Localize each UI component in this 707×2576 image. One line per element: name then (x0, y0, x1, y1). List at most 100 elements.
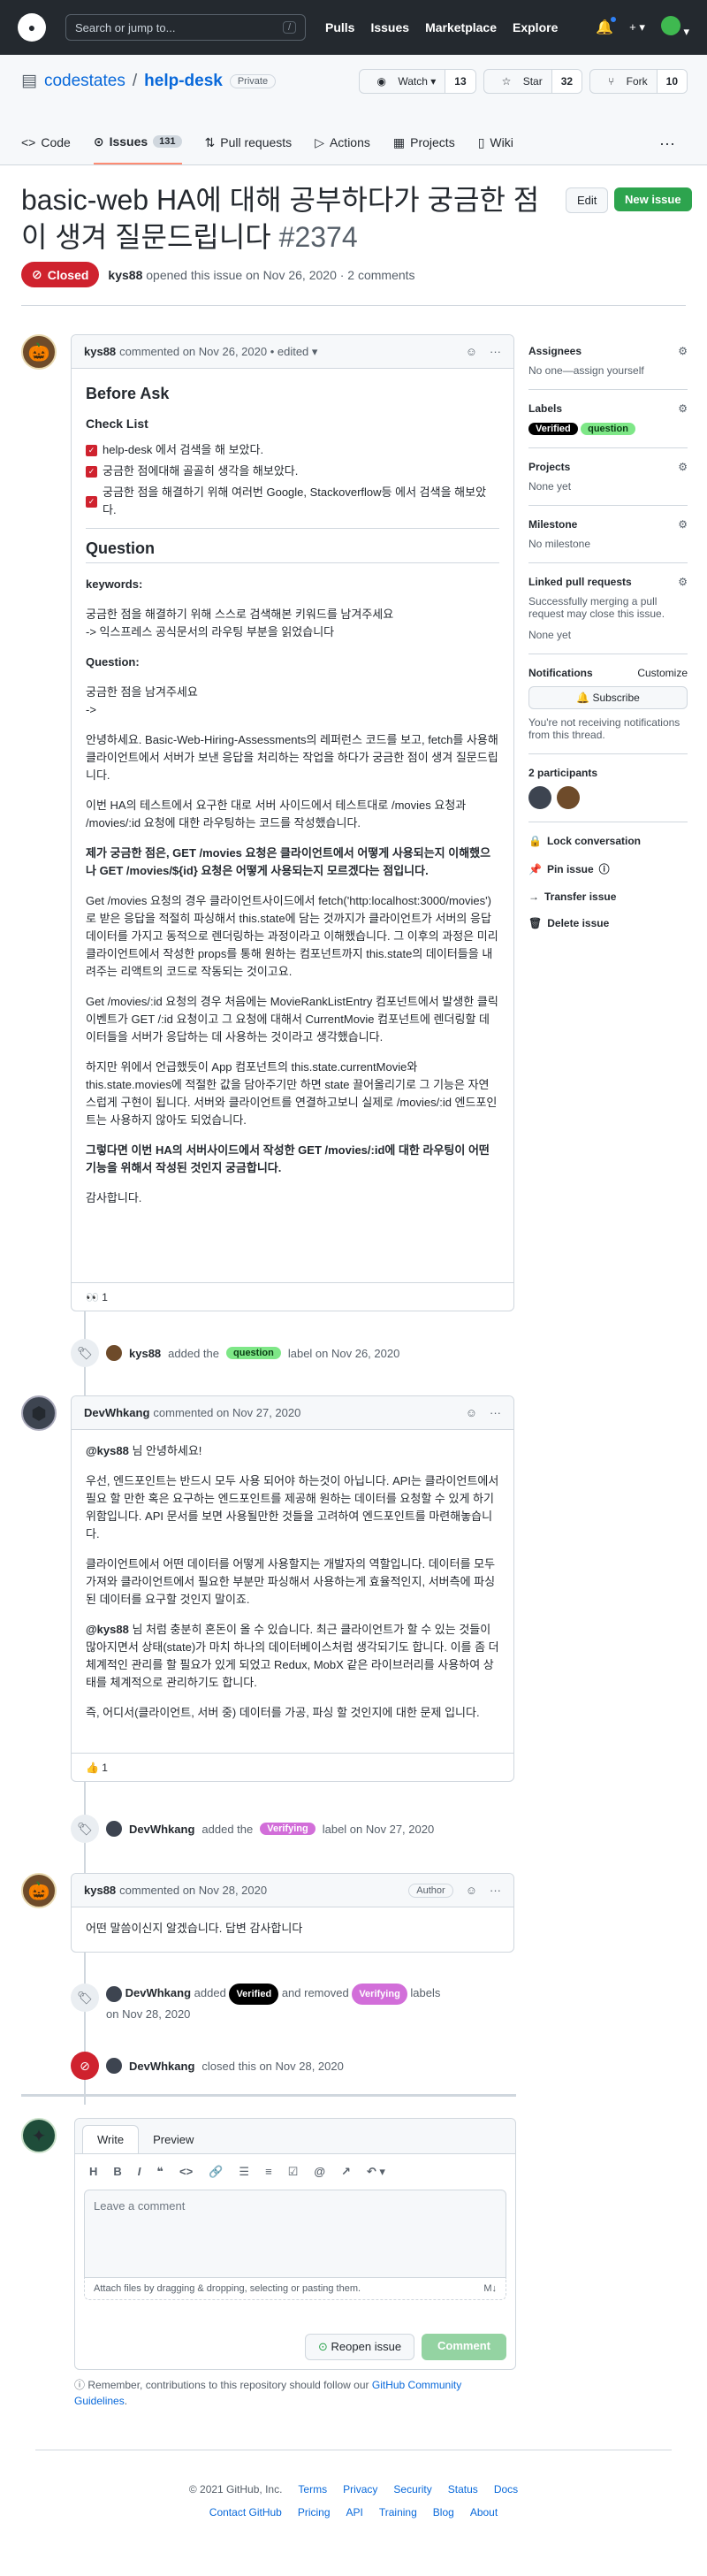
nav-pulls[interactable]: Pulls (325, 20, 354, 34)
markdown-icon[interactable]: M↓ (483, 2283, 497, 2294)
assignees-value[interactable]: No one—assign yourself (528, 364, 688, 377)
event-actor[interactable]: DevWhkang (125, 1986, 191, 1999)
avatar[interactable] (106, 1821, 122, 1837)
bold-icon[interactable]: B (113, 2165, 121, 2179)
link-icon[interactable]: 🔗 (209, 2165, 223, 2179)
fork-count[interactable]: 10 (656, 70, 687, 93)
pin-issue-button[interactable]: 📌 Pin issue ⓘ (528, 861, 688, 876)
footer-link-privacy[interactable]: Privacy (343, 2483, 377, 2496)
footer-link-security[interactable]: Security (393, 2483, 431, 2496)
footer-link-terms[interactable]: Terms (298, 2483, 327, 2496)
reference-icon[interactable]: ↗ (341, 2165, 351, 2179)
tab-projects[interactable]: ▦ Projects (393, 120, 455, 164)
tab-preview[interactable]: Preview (139, 2126, 208, 2153)
repo-name-link[interactable]: help-desk (144, 72, 223, 91)
avatar[interactable]: ⬢ (21, 1395, 57, 1431)
task-list-icon[interactable]: ☑ (288, 2165, 299, 2179)
create-new-dropdown[interactable]: + ▾ (629, 20, 645, 34)
label-verified[interactable]: Verified (528, 423, 578, 435)
label-verified[interactable]: Verified (229, 1984, 279, 2005)
reply-icon[interactable]: ↶ ▾ (367, 2165, 385, 2179)
gear-icon[interactable]: ⚙ (678, 518, 688, 531)
avatar[interactable]: 🎃 (21, 1873, 57, 1908)
reaction-eyes[interactable]: 👀 1 (86, 1291, 108, 1303)
checkbox-checked-icon[interactable]: ✓ (86, 465, 97, 478)
footer-link-api[interactable]: API (346, 2506, 363, 2519)
tab-actions[interactable]: ▷ Actions (315, 120, 370, 164)
footer-link-status[interactable]: Status (448, 2483, 478, 2496)
tab-pull-requests[interactable]: ⇅ Pull requests (205, 120, 293, 164)
edit-button[interactable]: Edit (566, 187, 609, 213)
comment-author[interactable]: DevWhkang (84, 1406, 149, 1419)
gear-icon[interactable]: ⚙ (678, 461, 688, 473)
comment-author[interactable]: kys88 (84, 345, 116, 358)
label-question[interactable]: question (226, 1347, 281, 1359)
checkbox-checked-icon[interactable]: ✓ (86, 495, 97, 508)
comment-author[interactable]: kys88 (84, 1884, 116, 1897)
user-menu[interactable]: ▾ (660, 16, 689, 39)
reaction-thumbs-up[interactable]: 👍 1 (86, 1762, 108, 1774)
kebab-menu-icon[interactable]: ··· (490, 345, 501, 358)
label-verifying[interactable]: Verifying (352, 1984, 407, 2005)
nav-issues[interactable]: Issues (370, 20, 409, 34)
gear-icon[interactable]: ⚙ (678, 576, 688, 588)
mention-icon[interactable]: @ (314, 2165, 325, 2179)
avatar[interactable] (528, 786, 551, 809)
tab-code[interactable]: <> Code (21, 120, 71, 164)
fork-button[interactable]: ⑂ Fork 10 (589, 69, 688, 94)
star-button[interactable]: ☆ Star 32 (483, 69, 583, 94)
footer-link-about[interactable]: About (470, 2506, 498, 2519)
footer-link-contact[interactable]: Contact GitHub (209, 2506, 282, 2519)
user-mention[interactable]: @kys88 (86, 1623, 129, 1636)
ordered-list-icon[interactable]: ≡ (265, 2165, 272, 2179)
attach-files-area[interactable]: Attach files by dragging & dropping, sel… (84, 2278, 506, 2300)
avatar[interactable] (106, 1985, 122, 2002)
comment-meta[interactable]: commented on Nov 26, 2020 • edited ▾ (119, 345, 317, 359)
tab-wiki[interactable]: ▯ Wiki (478, 120, 513, 164)
avatar[interactable]: ✦ (21, 2118, 57, 2153)
gear-icon[interactable]: ⚙ (678, 345, 688, 357)
smiley-icon[interactable]: ☺ (466, 1406, 477, 1419)
kebab-menu-icon[interactable]: ··· (490, 1406, 501, 1419)
transfer-issue-button[interactable]: → Transfer issue (528, 891, 688, 903)
customize-link[interactable]: Customize (637, 667, 688, 679)
smiley-icon[interactable]: ☺ (466, 345, 477, 358)
nav-marketplace[interactable]: Marketplace (425, 20, 497, 34)
comment-meta[interactable]: commented on Nov 28, 2020 (119, 1884, 267, 1897)
reopen-issue-button[interactable]: ⊙ Reopen issue (305, 2334, 415, 2360)
label-question[interactable]: question (581, 423, 635, 435)
event-actor[interactable]: DevWhkang (129, 1823, 194, 1836)
comment-textarea[interactable]: Leave a comment (84, 2190, 506, 2278)
comment-button[interactable]: Comment (422, 2334, 506, 2360)
repo-owner-link[interactable]: codestates (44, 72, 125, 91)
italic-icon[interactable]: I (138, 2165, 141, 2179)
subscribe-button[interactable]: 🔔 Subscribe (528, 686, 688, 709)
watch-count[interactable]: 13 (445, 70, 475, 93)
footer-link-training[interactable]: Training (379, 2506, 417, 2519)
avatar[interactable]: 🎃 (21, 334, 57, 370)
nav-explore[interactable]: Explore (513, 20, 558, 34)
user-mention[interactable]: @kys88 (86, 1444, 129, 1457)
footer-link-docs[interactable]: Docs (494, 2483, 518, 2496)
comment-meta[interactable]: commented on Nov 27, 2020 (153, 1406, 300, 1419)
new-issue-button[interactable]: New issue (614, 187, 692, 211)
footer-link-blog[interactable]: Blog (433, 2506, 454, 2519)
delete-issue-button[interactable]: 🗑 Delete issue (528, 917, 688, 929)
unordered-list-icon[interactable]: ☰ (239, 2165, 249, 2179)
event-actor[interactable]: DevWhkang (129, 2060, 194, 2073)
search-input[interactable]: Search or jump to... / (65, 14, 306, 41)
event-date[interactable]: on Nov 28, 2020 (106, 2007, 190, 2021)
tab-write[interactable]: Write (82, 2125, 140, 2153)
quote-icon[interactable]: ❝ (156, 2165, 163, 2179)
gear-icon[interactable]: ⚙ (678, 402, 688, 415)
avatar[interactable] (557, 786, 580, 809)
footer-link-pricing[interactable]: Pricing (298, 2506, 331, 2519)
avatar[interactable] (106, 2058, 122, 2074)
issue-author-link[interactable]: kys88 (108, 268, 142, 282)
checklist-item[interactable]: ✓ help-desk 에서 검색을 해 보았다. (86, 441, 499, 459)
checklist-item[interactable]: ✓ 궁금한 점에대해 골골히 생각을 해보았다. (86, 462, 499, 480)
checklist-item[interactable]: ✓ 궁금한 점을 해결하기 위해 여러번 Google, Stackoverflo… (86, 484, 499, 519)
star-count[interactable]: 32 (551, 70, 582, 93)
github-logo-icon[interactable]: ● (18, 13, 46, 42)
label-verifying[interactable]: Verifying (260, 1823, 315, 1835)
